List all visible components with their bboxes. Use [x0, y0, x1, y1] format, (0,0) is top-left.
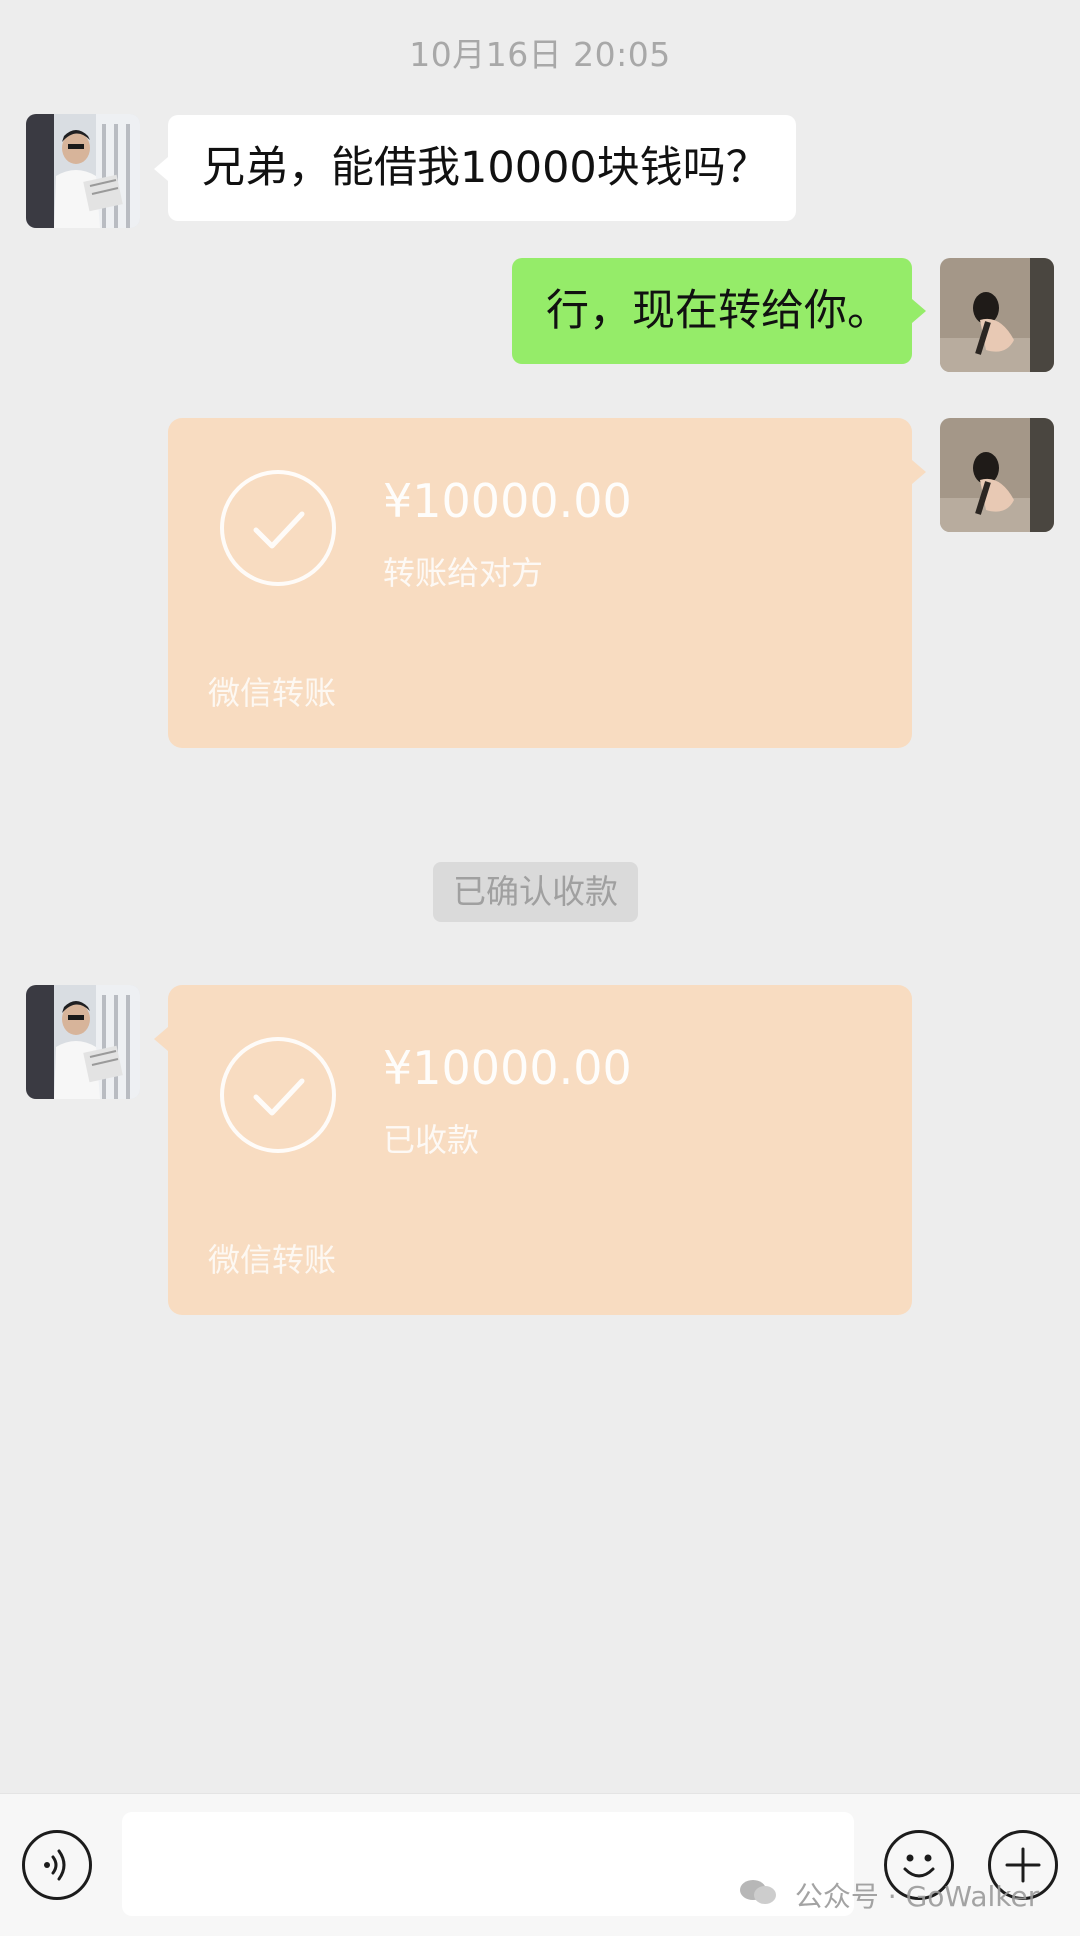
friend-avatar[interactable]: [26, 114, 140, 228]
message-bubble-outgoing[interactable]: 行，现在转给你。: [512, 258, 912, 364]
transfer-status: 转账给对方: [383, 554, 544, 592]
bubble-tail: [912, 299, 926, 323]
check-circle-icon: [220, 470, 336, 586]
transfer-brand-label: 微信转账: [208, 1241, 337, 1279]
bubble-tail: [154, 1027, 168, 1051]
wechat-logo-icon: [738, 1877, 778, 1914]
transfer-card-sent[interactable]: ¥10000.00 转账给对方 微信转账: [168, 418, 912, 748]
transfer-amount: ¥10000.00: [383, 1041, 632, 1095]
watermark: 公众号 · GoWalker: [738, 1875, 1039, 1915]
voice-icon[interactable]: [22, 1830, 92, 1900]
system-note: 已确认收款: [433, 862, 638, 922]
my-avatar[interactable]: [940, 418, 1054, 532]
friend-avatar-image: [26, 114, 140, 228]
my-avatar-image: [940, 258, 1054, 372]
transfer-status: 已收款: [383, 1121, 480, 1159]
friend-avatar-image: [26, 985, 140, 1099]
my-avatar[interactable]: [940, 258, 1054, 372]
watermark-text: 公众号 · GoWalker: [794, 1880, 1040, 1913]
my-avatar-image: [940, 418, 1054, 532]
check-circle-icon: [220, 1037, 336, 1153]
bubble-tail: [154, 157, 168, 181]
transfer-card-received[interactable]: ¥10000.00 已收款 微信转账: [168, 985, 912, 1315]
transfer-brand-label: 微信转账: [208, 674, 337, 712]
bubble-tail: [912, 460, 926, 484]
chat-timestamp: 10月16日 20:05: [409, 35, 671, 74]
message-bubble-incoming[interactable]: 兄弟，能借我10000块钱吗？: [168, 115, 796, 221]
friend-avatar[interactable]: [26, 985, 140, 1099]
transfer-amount: ¥10000.00: [383, 474, 632, 528]
